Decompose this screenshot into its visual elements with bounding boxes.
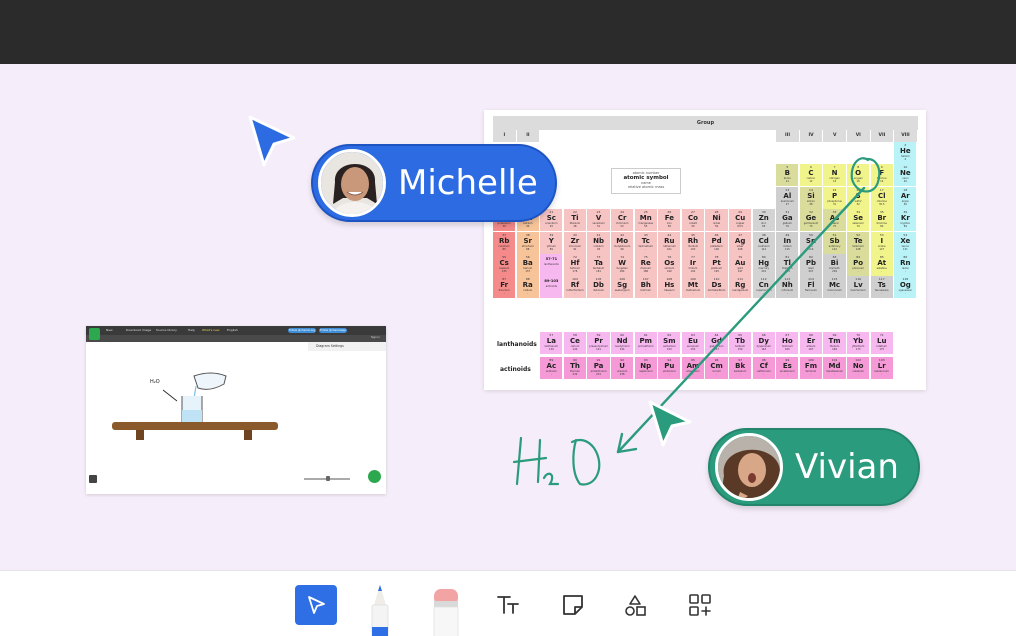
text-icon: [497, 596, 519, 614]
pointer-icon: [308, 596, 325, 614]
michelle-avatar-icon: [321, 152, 383, 214]
michelle-cursor-icon: [248, 115, 296, 167]
avatar: [318, 149, 386, 217]
more-apps-tool-button[interactable]: [679, 585, 721, 625]
pen-icon: [371, 585, 389, 636]
text-tool-button[interactable]: [487, 585, 529, 625]
select-tool-button[interactable]: [295, 585, 337, 625]
bottom-toolbar: [0, 570, 1016, 636]
vivian-cursor-icon: [648, 400, 692, 447]
shapes-tool-button[interactable]: [614, 585, 656, 625]
avatar: [715, 433, 783, 501]
collaborator-name: Michelle: [398, 163, 538, 203]
shapes-icon: [625, 595, 646, 616]
collaborator-tag-michelle: Michelle: [311, 144, 557, 222]
top-bar: [0, 0, 1016, 64]
whiteboard-canvas[interactable]: New Download image Source library Help W…: [0, 64, 1016, 570]
eraser-tool-button[interactable]: [428, 585, 464, 636]
handwriting-h2o: [512, 436, 601, 486]
sticky-note-icon: [563, 595, 583, 615]
eraser-icon: [433, 589, 459, 636]
collaborator-name: Vivian: [795, 447, 899, 487]
sticky-note-tool-button[interactable]: [552, 585, 594, 625]
collaborator-tag-vivian: Vivian: [708, 428, 920, 506]
vivian-avatar-icon: [718, 436, 780, 498]
pen-tool-button[interactable]: [362, 583, 398, 636]
apps-grid-icon: [689, 594, 711, 616]
